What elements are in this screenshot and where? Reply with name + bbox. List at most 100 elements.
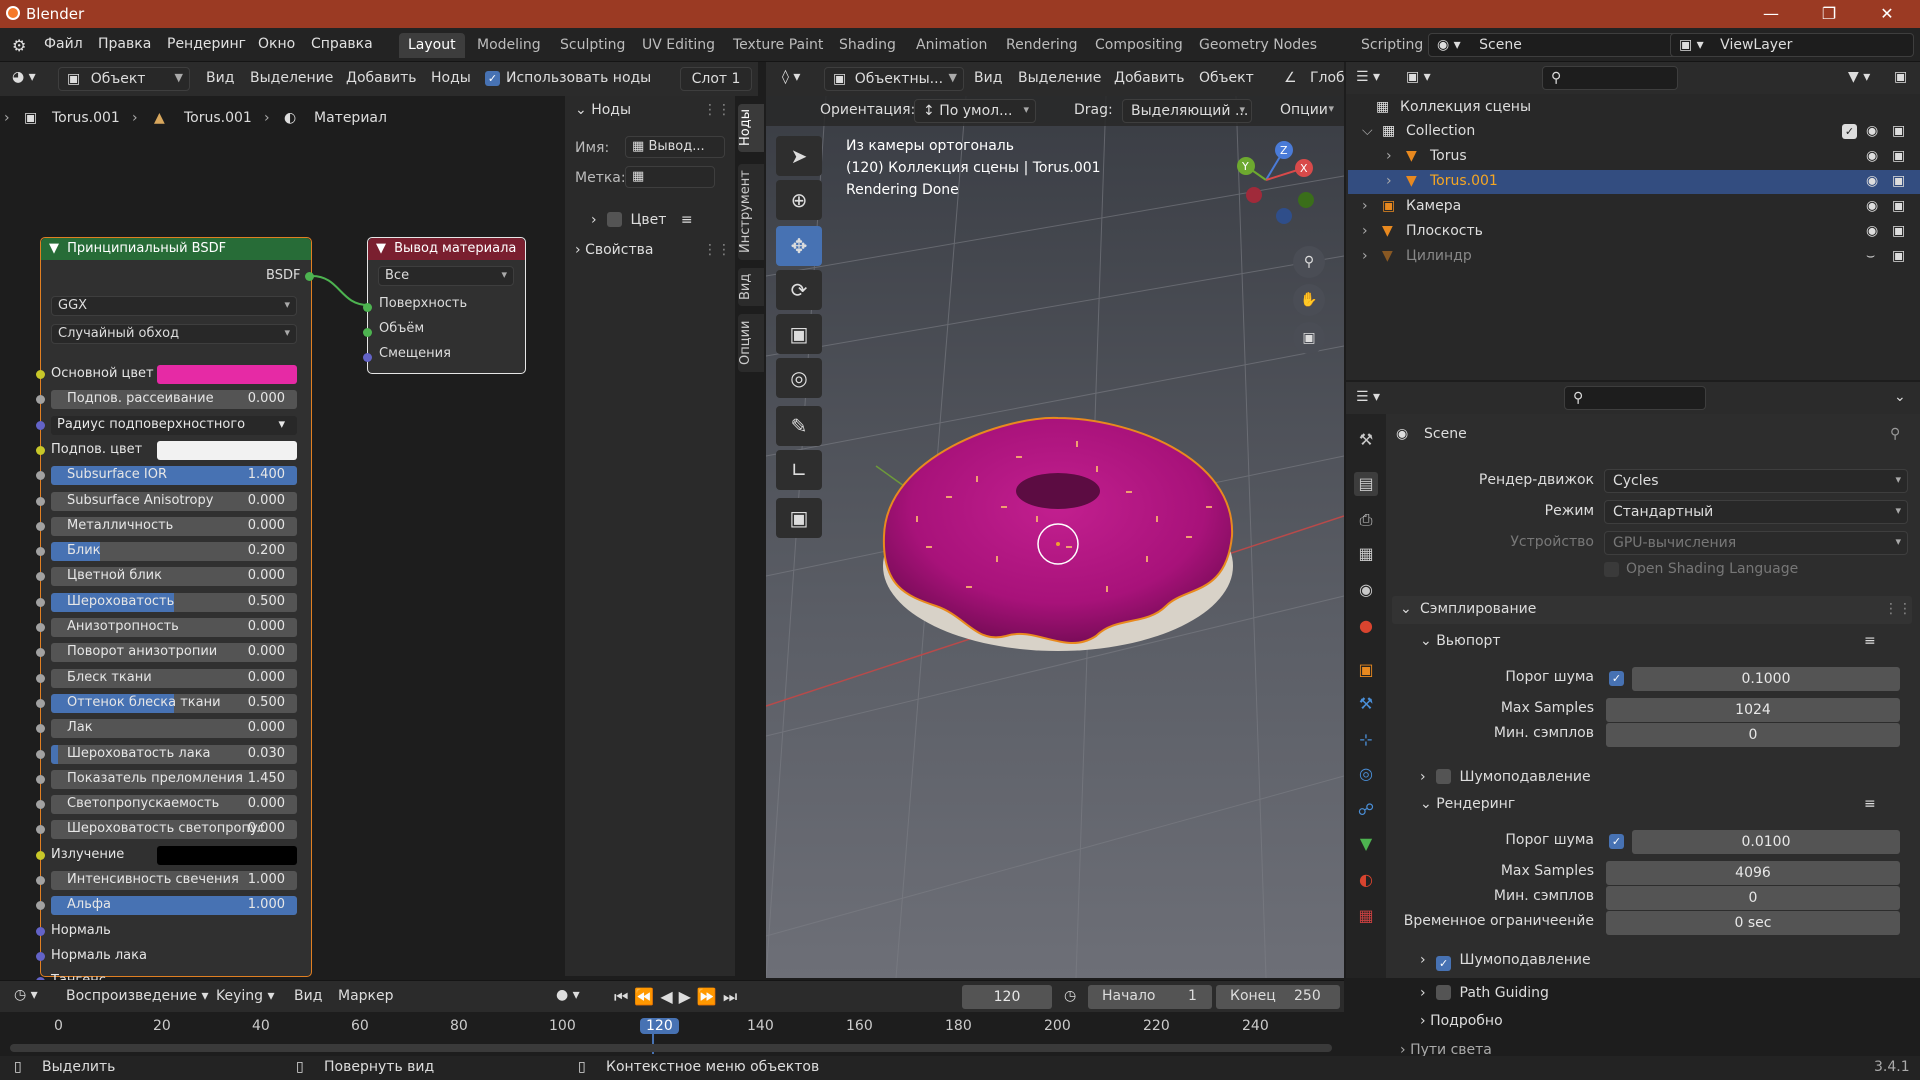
eye-icon[interactable]: ◉ xyxy=(1866,123,1878,139)
osl-checkbox[interactable] xyxy=(1604,562,1619,577)
input-slider[interactable]: Анизотропность 0.000 xyxy=(51,618,297,637)
input-socket[interactable] xyxy=(36,775,45,784)
editor-type-icon[interactable]: ☰ ▾ xyxy=(1356,69,1380,85)
menu-select[interactable]: Выделение xyxy=(250,70,333,86)
viewport-menu-add[interactable]: Добавить xyxy=(1114,70,1184,86)
color-checkbox[interactable] xyxy=(607,212,623,227)
input-slider[interactable]: Шероховатость светопропус 0.000 xyxy=(51,820,297,839)
transform-tool-icon[interactable]: ◎ xyxy=(776,358,822,398)
input-slider[interactable]: Светопропускаемость 0.000 xyxy=(51,795,297,814)
outliner-item[interactable]: › ▣ Камера ◉ ▣ xyxy=(1348,195,1920,219)
eye-icon[interactable]: ◉ xyxy=(1866,223,1878,239)
minimize-button[interactable]: — xyxy=(1748,0,1794,28)
input-socket[interactable] xyxy=(36,800,45,809)
input-slider[interactable]: Цветной блик 0.000 xyxy=(51,567,297,586)
drag-dropdown[interactable]: Выделяющий ... ▾ xyxy=(1122,99,1252,123)
display-mode-icon[interactable]: ▣ ▾ xyxy=(1406,69,1431,85)
displacement-input-socket[interactable] xyxy=(363,353,372,362)
color-swatch[interactable] xyxy=(157,846,297,865)
sidebar-tab-nodes[interactable]: Ноды xyxy=(738,104,764,152)
input-socket[interactable] xyxy=(36,648,45,657)
render-tab-icon[interactable]: ▤ xyxy=(1354,472,1378,496)
tab-scripting[interactable]: Scripting xyxy=(1352,33,1432,58)
list-icon[interactable]: ≡ xyxy=(1864,633,1876,649)
bsdf-node-header[interactable]: ▼ Принципиальный BSDF xyxy=(41,238,311,260)
tab-sculpting[interactable]: Sculpting xyxy=(551,33,634,58)
object-mode-dropdown[interactable]: ▣ Объект ▼ xyxy=(58,67,190,91)
input-slider[interactable]: Лак 0.000 xyxy=(51,719,297,738)
options-dropdown[interactable]: Опции ▾ xyxy=(1272,99,1340,123)
zoom-icon[interactable]: ⚲ xyxy=(1293,246,1325,278)
render-visibility-icon[interactable]: ▣ xyxy=(1892,123,1905,139)
menu-window[interactable]: Окно xyxy=(258,36,295,52)
render-noise-checkbox[interactable]: ✓ xyxy=(1609,834,1624,849)
output-node-header[interactable]: ▼ Вывод материала xyxy=(368,238,525,260)
current-frame-field[interactable]: 120 xyxy=(962,985,1052,1009)
object-tab-icon[interactable]: ▣ xyxy=(1354,658,1378,682)
input-slider[interactable]: Шероховатость 0.500 xyxy=(51,593,297,612)
input-socket[interactable] xyxy=(36,572,45,581)
output-tab-icon[interactable]: ⎙ xyxy=(1354,508,1378,532)
viewport-menu-select[interactable]: Выделение xyxy=(1018,70,1101,86)
tab-uv-editing[interactable]: UV Editing xyxy=(633,33,724,58)
input-slider[interactable]: Металличность 0.000 xyxy=(51,517,297,536)
exclude-checkbox[interactable]: ✓ xyxy=(1842,124,1857,139)
eye-icon[interactable]: ◉ xyxy=(1866,198,1878,214)
device-dropdown[interactable]: GPU-вычисления ▾ xyxy=(1604,531,1908,555)
input-socket[interactable] xyxy=(36,952,45,961)
outliner-root-row[interactable]: ▦ Коллекция сцены xyxy=(1348,96,1920,120)
viewport-denoise-panel[interactable]: › Шумоподавление xyxy=(1420,766,1591,785)
list-icon[interactable]: ≡ xyxy=(1864,796,1876,812)
node-name-field[interactable]: ▦ Вывод... xyxy=(625,136,725,158)
view-layer-tab-icon[interactable]: ▦ xyxy=(1354,542,1378,566)
eye-closed-icon[interactable]: ⌣ xyxy=(1866,248,1875,264)
sidebar-tab-view[interactable]: Вид xyxy=(738,268,764,306)
chevron-right-icon[interactable]: › xyxy=(1386,148,1392,164)
input-socket[interactable] xyxy=(36,471,45,480)
properties-panel[interactable]: › Свойства xyxy=(575,242,653,258)
input-socket[interactable] xyxy=(36,497,45,506)
outliner-item[interactable]: › ▼ Torus ◉ ▣ xyxy=(1348,145,1920,169)
input-socket[interactable] xyxy=(36,522,45,531)
input-socket[interactable] xyxy=(36,421,45,430)
keying-menu[interactable]: Keying ▾ xyxy=(216,988,275,1004)
input-socket[interactable] xyxy=(36,446,45,455)
scale-tool-icon[interactable]: ▣ xyxy=(776,314,822,354)
render-visibility-icon[interactable]: ▣ xyxy=(1892,198,1905,214)
editor-type-icon[interactable]: ◊ ▾ xyxy=(782,69,800,85)
pan-hand-icon[interactable]: ✋ xyxy=(1293,284,1325,316)
input-socket[interactable] xyxy=(36,851,45,860)
tab-texture-paint[interactable]: Texture Paint xyxy=(724,33,832,58)
menu-node[interactable]: Ноды xyxy=(431,70,471,86)
outliner-item[interactable]: › ▼ Плоскость ◉ ▣ xyxy=(1348,220,1920,244)
distribution-dropdown[interactable]: GGX ▾ xyxy=(51,296,297,316)
timeline-scrollbar[interactable] xyxy=(10,1044,1332,1052)
input-slider[interactable]: Показатель преломления 1.450 xyxy=(51,770,297,789)
viewport-subpanel[interactable]: ⌄ Вьюпорт xyxy=(1420,633,1501,649)
color-swatch[interactable] xyxy=(157,441,297,460)
global-label[interactable]: Глоб xyxy=(1310,70,1345,86)
playback-menu[interactable]: Воспроизведение ▾ xyxy=(66,988,209,1004)
material-tab-icon[interactable]: ◐ xyxy=(1354,868,1378,892)
viewport-min-samples-field[interactable]: 0 xyxy=(1606,723,1900,747)
path-guiding-checkbox[interactable] xyxy=(1436,985,1452,1000)
rotate-tool-icon[interactable]: ⟳ xyxy=(776,270,822,310)
tab-modeling[interactable]: Modeling xyxy=(468,33,550,58)
constraints-tab-icon[interactable]: ☍ xyxy=(1354,798,1378,822)
texture-tab-icon[interactable]: ▦ xyxy=(1354,904,1378,928)
drag-handle-icon[interactable]: ⋮⋮ xyxy=(1884,601,1912,617)
use-nodes-checkbox[interactable]: ✓ xyxy=(485,71,500,86)
add-cube-tool-icon[interactable]: ▣ xyxy=(776,498,822,538)
orientation-dropdown[interactable]: ↕ По умол... ▾ xyxy=(914,99,1036,123)
render-denoise-checkbox[interactable]: ✓ xyxy=(1436,956,1452,971)
view-layer-selector[interactable]: ▣ ▾ ViewLayer xyxy=(1670,33,1914,57)
properties-search-input[interactable]: ⚲ xyxy=(1564,386,1706,410)
input-socket[interactable] xyxy=(36,699,45,708)
input-socket[interactable] xyxy=(36,724,45,733)
viewport-max-samples-field[interactable]: 1024 xyxy=(1606,698,1900,722)
chevron-right-icon[interactable]: › xyxy=(1362,248,1368,264)
output-target-dropdown[interactable]: Все ▾ xyxy=(378,266,514,286)
viewport-menu-view[interactable]: Вид xyxy=(974,70,1002,86)
input-slider[interactable]: Шероховатость лака 0.030 xyxy=(51,745,297,764)
volume-input-socket[interactable] xyxy=(363,328,372,337)
